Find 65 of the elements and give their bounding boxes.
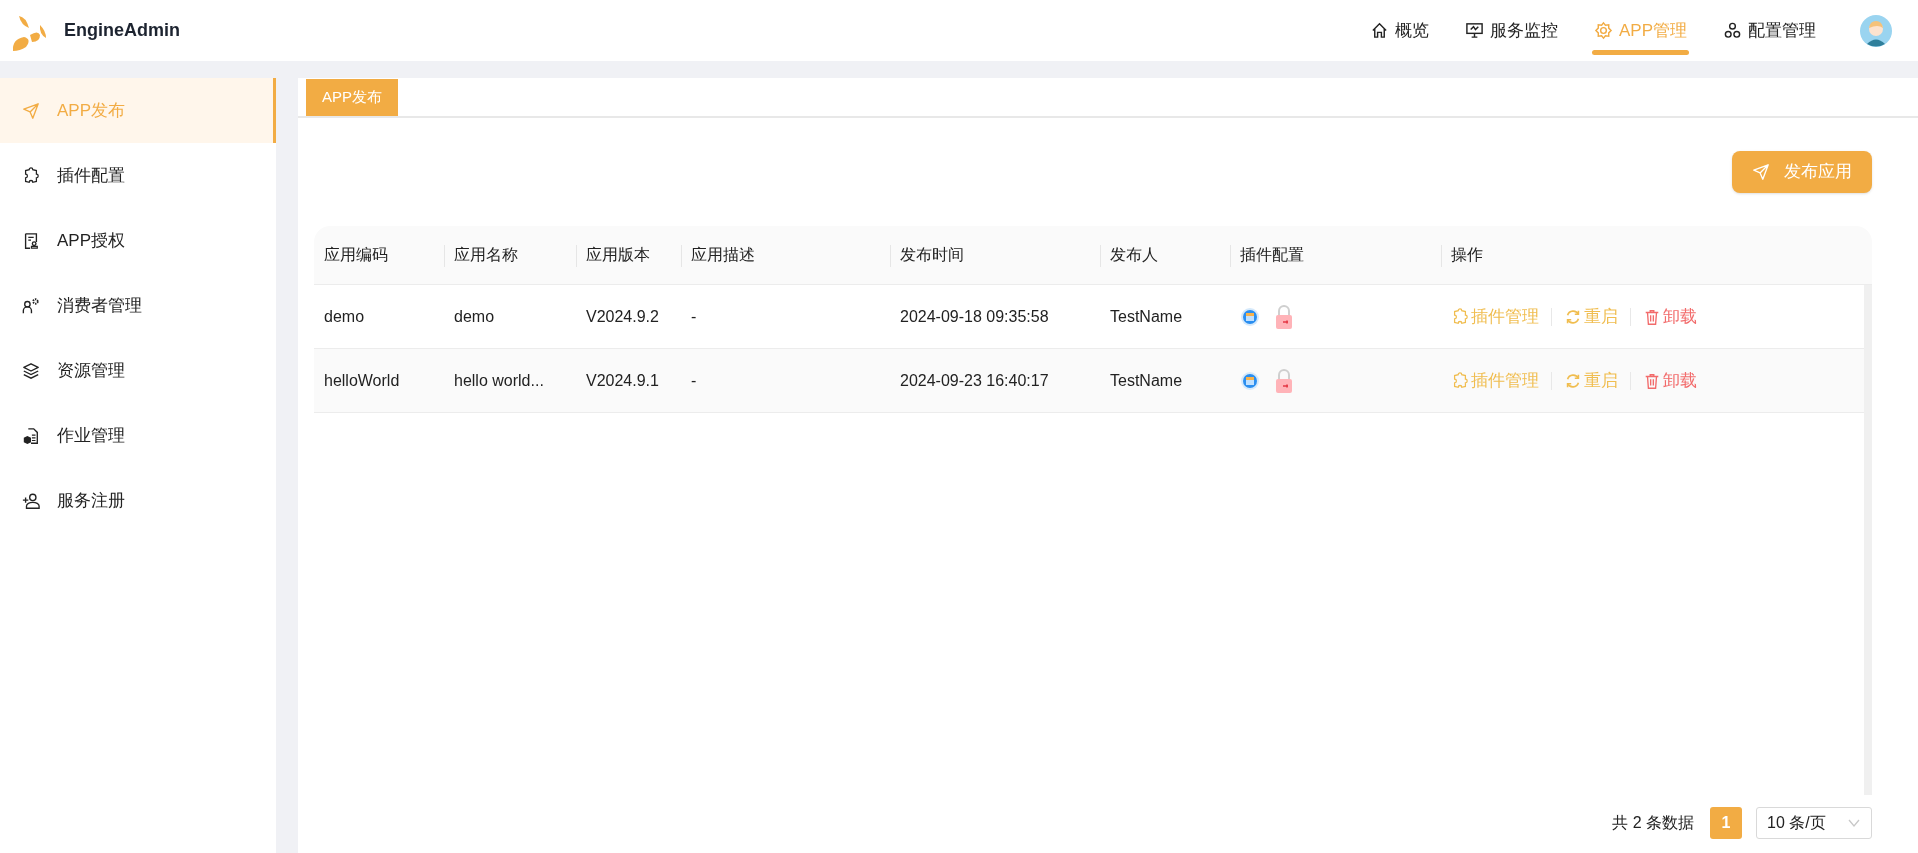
- lock-icon[interactable]: [1274, 367, 1294, 394]
- plugin-badge-icon[interactable]: [1240, 306, 1260, 327]
- page-button[interactable]: 1: [1710, 807, 1742, 839]
- plugin-manage-link[interactable]: 插件管理: [1451, 367, 1539, 394]
- paper-plane-icon: [1752, 163, 1770, 181]
- column-header: 发布时间: [900, 245, 964, 265]
- sidebar-item[interactable]: 资源管理: [0, 338, 276, 403]
- table-cell: demo: [324, 307, 365, 325]
- puzzle-icon: [1451, 371, 1469, 390]
- nav-tab[interactable]: APP管理: [1591, 0, 1689, 61]
- puzzle-icon: [22, 166, 40, 185]
- uninstall-link[interactable]: 卸载: [1643, 367, 1697, 394]
- column-header: 操作: [1451, 245, 1483, 265]
- restart-link[interactable]: 重启: [1564, 303, 1618, 330]
- sidebar-item[interactable]: 服务注册: [0, 468, 276, 533]
- column-header: 应用描述: [691, 245, 755, 265]
- sidebar-item[interactable]: 插件配置: [0, 143, 276, 208]
- puzzle-icon: [1451, 307, 1469, 326]
- nav-tab[interactable]: 配置管理: [1721, 0, 1818, 61]
- trash-icon: [1643, 307, 1661, 326]
- add-user-icon: [22, 491, 40, 510]
- table-cell: demo: [454, 307, 495, 325]
- column-header: 插件配置: [1240, 245, 1304, 265]
- user-gear-icon: [22, 296, 40, 315]
- table-cell: -: [691, 371, 697, 389]
- table-cell: hello world...: [454, 371, 544, 389]
- monitor-icon: [1464, 21, 1484, 40]
- table-cell: -: [691, 307, 697, 325]
- avatar-icon[interactable]: [1860, 14, 1892, 47]
- lock-icon[interactable]: [1274, 303, 1294, 330]
- sidebar-item[interactable]: APP发布: [0, 78, 276, 143]
- circles-icon: [1723, 21, 1742, 40]
- total-count: 共 2 条数据: [1612, 813, 1694, 833]
- page-size-select[interactable]: 10 条/页: [1756, 807, 1872, 839]
- sidebar-item[interactable]: 作业管理: [0, 403, 276, 468]
- publish-button[interactable]: 发布应用: [1732, 151, 1872, 193]
- nav-tab[interactable]: 服务监控: [1462, 0, 1560, 61]
- column-header: 发布人: [1110, 245, 1158, 265]
- page-tab[interactable]: APP发布: [306, 79, 398, 116]
- sidebar-item[interactable]: APP授权: [0, 208, 276, 273]
- refresh-icon: [1564, 307, 1582, 326]
- table-cell: TestName: [1110, 307, 1183, 325]
- paper-plane-icon: [22, 101, 40, 120]
- sidebar-item[interactable]: 消费者管理: [0, 273, 276, 338]
- layers-icon: [22, 361, 40, 380]
- uninstall-link[interactable]: 卸载: [1643, 303, 1697, 330]
- table-cell: 2024-09-18 09:35:58: [900, 307, 1049, 325]
- document-icon: [22, 231, 40, 250]
- nav-tab[interactable]: 概览: [1367, 0, 1431, 61]
- refresh-icon: [1564, 371, 1582, 390]
- plugin-manage-link[interactable]: 插件管理: [1451, 303, 1539, 330]
- table-cell: helloWorld: [324, 371, 400, 389]
- trash-icon: [1643, 371, 1661, 390]
- table-cell: V2024.9.2: [586, 307, 659, 325]
- plugin-badge-icon[interactable]: [1240, 370, 1260, 391]
- logo-text: EngineAdmin: [64, 19, 180, 42]
- column-header: 应用编码: [324, 245, 388, 265]
- table-cell: 2024-09-23 16:40:17: [900, 371, 1049, 389]
- settings-icon: [1593, 21, 1613, 40]
- table-cell: TestName: [1110, 371, 1183, 389]
- column-header: 应用版本: [586, 245, 650, 265]
- column-header: 应用名称: [454, 245, 518, 265]
- restart-link[interactable]: 重启: [1564, 367, 1618, 394]
- document-box-icon: [22, 426, 40, 445]
- table-cell: V2024.9.1: [586, 371, 659, 389]
